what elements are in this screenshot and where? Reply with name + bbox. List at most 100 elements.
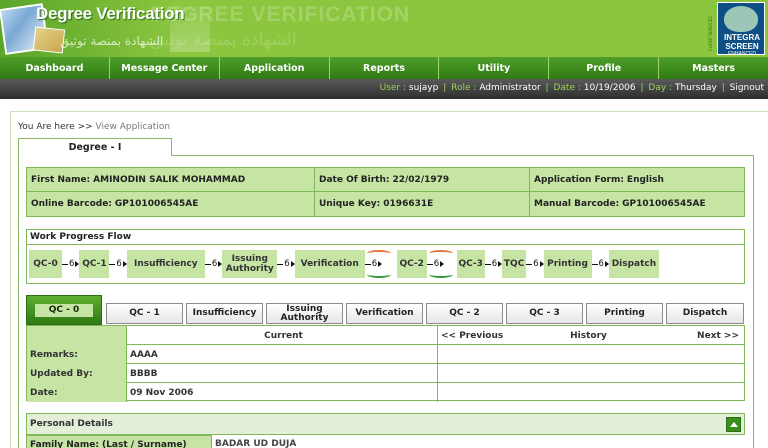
fingerprint-icon (724, 6, 758, 32)
remarks-value: AAAA (130, 349, 158, 360)
flow-count: 6 (491, 259, 498, 269)
flow-arrow: 6 (62, 250, 80, 278)
first-name-cell: First Name: AMINODIN SALIK MOHAMMAD (27, 168, 315, 192)
family-name-label: Family Name: (Last / Surname) (26, 435, 212, 448)
table-header-row: Current << Previous History Next >> (27, 326, 744, 345)
nav-masters[interactable]: Masters (659, 57, 768, 79)
unique-key-label: Unique Key: (319, 199, 381, 209)
date-label: Date : (553, 83, 581, 93)
tab-qc-1[interactable]: QC - 1 (106, 303, 183, 324)
flow-count: 6 (598, 259, 604, 269)
flow-node-printing: Printing (543, 250, 592, 278)
integra-screen-logo: CLIENT SERVICES INTEGRA SCREEN ENHANCED (708, 2, 765, 57)
flow-count: 6 (211, 259, 218, 269)
logo-text-screen: SCREEN (725, 42, 759, 51)
user-label: User : (379, 83, 407, 93)
application-form-value: English (626, 174, 664, 185)
flow-count: 6 (371, 259, 378, 269)
flow-node-dispatch: Dispatch (608, 250, 659, 278)
work-progress-title: Work Progress Flow (27, 230, 744, 245)
collapse-toggle-icon[interactable] (726, 417, 741, 432)
header-arabic-title: الشهادة بمنصة توثيق (60, 34, 164, 48)
forward-arrow-icon (428, 271, 453, 278)
tab-verification[interactable]: Verification (346, 303, 423, 324)
app-title: Degree Verification (36, 4, 185, 23)
flow-arrow-loop: 6 (364, 250, 397, 278)
flow-node-qc3: QC-3 (456, 250, 485, 278)
role-value: Administrator (479, 83, 541, 93)
first-name-value: AMINODIN SALIK MOHAMMAD (93, 174, 246, 185)
unique-key-cell: Unique Key: 0196631E (315, 192, 530, 216)
tab-dispatch[interactable]: Dispatch (666, 303, 744, 324)
family-name-row: Family Name: (Last / Surname) BADAR UD D… (26, 435, 745, 448)
day-value: Thursday (674, 83, 717, 93)
tab-insufficiency[interactable]: Insufficiency (186, 303, 263, 324)
flow-count: 6 (284, 259, 290, 269)
flow-node-qc1: QC-1 (79, 250, 110, 278)
flow-chain: QC-0 6 QC-1 6 Insufficiency 6 Issuing Au… (29, 249, 659, 279)
work-progress-flow: Work Progress Flow QC-0 6 QC-1 6 Insuffi… (26, 229, 745, 284)
manual-barcode-cell: Manual Barcode: GP101006545AE (530, 192, 744, 216)
flow-node-tqc: TQC (502, 250, 527, 278)
role-label: Role : (451, 83, 477, 93)
current-header: Current (264, 330, 303, 341)
remarks-label: Remarks: (27, 345, 127, 364)
dob-label: Date Of Birth: (319, 174, 390, 185)
history-header: History (570, 330, 607, 341)
flow-node-qc2: QC-2 (396, 250, 427, 278)
return-arrow-icon (428, 250, 453, 257)
manual-barcode-label: Manual Barcode: (534, 199, 620, 209)
updated-by-label: Updated By: (27, 364, 127, 383)
logo-text-integra: INTEGRA (724, 33, 760, 42)
flow-count: 6 (433, 259, 440, 269)
flow-count: 6 (69, 259, 75, 269)
flow-node-qc0: QC-0 (29, 250, 62, 278)
return-arrow-icon (366, 250, 391, 257)
app-header: DEGREE VERIFICATION الشهادة بمنصة توثيق … (0, 0, 768, 57)
nav-reports[interactable]: Reports (329, 57, 440, 79)
personal-details-title: Personal Details (30, 419, 113, 429)
personal-details-header: Personal Details (26, 413, 745, 435)
online-barcode-cell: Online Barcode: GP101006545AE (27, 192, 315, 216)
flow-arrow: 6 (109, 250, 127, 278)
breadcrumb-current: View Application (95, 122, 171, 132)
nav-message-center[interactable]: Message Center (109, 57, 220, 79)
tab-printing[interactable]: Printing (586, 303, 663, 324)
flow-arrow: 6 (277, 250, 295, 278)
flow-node-issuing-authority: Issuing Authority (222, 250, 278, 278)
nav-utility[interactable]: Utility (439, 57, 550, 79)
nav-application[interactable]: Application (219, 57, 330, 79)
family-name-value: BADAR UD DUJA (215, 439, 297, 448)
tab-qc-3[interactable]: QC - 3 (506, 303, 583, 324)
tab-qc-0-label: QC - 0 (34, 303, 94, 317)
tab-qc-0[interactable]: QC - 0 (26, 295, 102, 325)
dob-value: 22/02/1979 (392, 174, 450, 185)
flow-arrow-loop: 6 (426, 250, 457, 278)
flow-arrow: 6 (204, 250, 223, 278)
nav-dashboard[interactable]: Dashboard (0, 57, 110, 79)
breadcrumb: You Are here >> View Application (18, 122, 170, 132)
tab-qc-2[interactable]: QC - 2 (426, 303, 503, 324)
flow-node-insufficiency: Insufficiency (126, 250, 205, 278)
signout-link[interactable]: Signout (730, 83, 764, 93)
logo-side-text: CLIENT SERVICES (708, 16, 713, 51)
first-name-label: First Name: (31, 174, 91, 185)
stage-history-table: Current << Previous History Next >> Rema… (26, 325, 745, 402)
online-barcode-value: GP101006545AE (114, 199, 199, 209)
unique-key-value: 0196631E (383, 199, 434, 209)
updated-by-value: BBBB (130, 368, 158, 379)
status-bar: User : sujayp | Role : Administrator | D… (0, 79, 768, 99)
tab-degree-i[interactable]: Degree - I (18, 138, 172, 156)
application-form-cell: Application Form: English (530, 168, 744, 192)
tab-issuing-authority[interactable]: Issuing Authority (266, 303, 343, 324)
manual-barcode-value: GP101006545AE (622, 199, 706, 209)
previous-link[interactable]: << Previous (437, 326, 517, 345)
application-form-label: Application Form: (534, 174, 624, 185)
next-link[interactable]: Next >> (657, 326, 743, 345)
date-row-value: 09 Nov 2006 (130, 387, 194, 398)
nav-profile[interactable]: Profile (549, 57, 660, 79)
date-value: 10/19/2006 (583, 83, 636, 93)
stage-tabs: QC - 0 QC - 1 Insufficiency Issuing Auth… (26, 295, 745, 325)
date-row-label: Date: (27, 383, 127, 402)
main-nav: Dashboard Message Center Application Rep… (0, 57, 768, 79)
